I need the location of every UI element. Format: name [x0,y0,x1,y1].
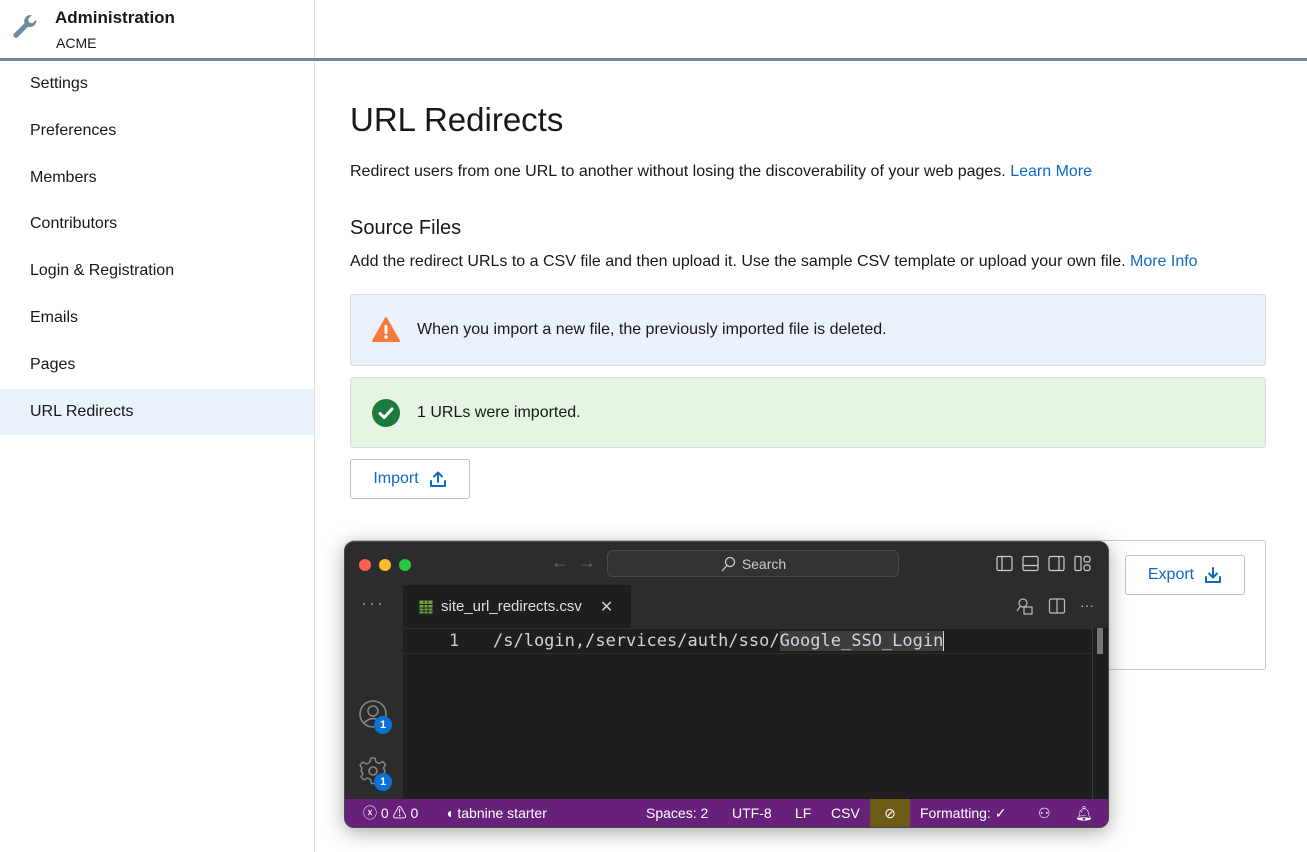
warning-icon [372,317,400,342]
close-tab-icon[interactable]: ✕ [600,597,613,617]
editor-actions: ··· [1016,597,1094,615]
eol-status[interactable]: LF [795,799,811,827]
line-number: 1 [449,631,460,651]
code-editor-window: ← → Search ··· 1 1 site_url_redirects.cs… [344,541,1109,828]
code-line[interactable]: 1 /s/login,/services/auth/sso/Google_SSO… [403,628,1093,654]
customize-layout-icon[interactable] [1074,555,1091,572]
search-label: Search [741,555,787,572]
text-cursor [943,631,945,651]
split-editor-icon[interactable] [1048,597,1066,615]
sidebar-item-settings[interactable]: Settings [0,61,314,108]
export-button-label: Export [1147,566,1195,583]
minimize-window-button[interactable] [379,559,391,571]
success-alert-text: 1 URLs were imported. [417,403,581,421]
app-title: Administration [55,8,175,27]
problems-status[interactable]: ⓧ 0 ⚠ 0 [363,799,418,827]
open-preview-icon[interactable] [1016,597,1034,615]
search-icon [721,556,735,571]
export-button[interactable]: Export [1125,555,1245,595]
app-header: Administration ACME [0,0,1307,61]
tab-site-url-redirects-csv[interactable]: site_url_redirects.csv ✕ [403,585,631,628]
copilot-disabled-icon: ⊘ [884,805,896,821]
notifications-bell-icon[interactable]: 🔔︎ [1075,799,1093,827]
close-window-button[interactable] [359,559,371,571]
org-name: ACME [56,35,97,51]
learn-more-link[interactable]: Learn More [1010,163,1092,180]
warning-triangle-icon: ⚠ [392,805,407,821]
editor-scrollbar-thumb[interactable] [1097,628,1103,654]
warning-count: 0 [410,805,419,821]
sidebar-item-url-redirects[interactable]: URL Redirects [0,388,314,436]
editor-titlebar[interactable]: ← → Search [345,542,1108,585]
warning-alert-text: When you import a new file, the previous… [417,321,887,338]
activity-bar: ··· 1 1 [345,585,403,800]
more-views-icon[interactable]: ··· [361,593,385,614]
page-description-text: Redirect users from one URL to another w… [350,163,1006,180]
tabnine-icon: ◖ [445,805,454,821]
section-description: Add the redirect URLs to a CSV file and … [350,253,1198,271]
copilot-status[interactable]: ⊘ [870,799,910,827]
sidebar-item-emails[interactable]: Emails [0,295,314,342]
editor-tabs: site_url_redirects.csv ✕ ··· [403,585,1108,628]
section-description-text: Add the redirect URLs to a CSV file and … [350,253,1126,270]
import-button-label: Import [373,470,419,487]
success-alert: 1 URLs were imported. [350,377,1266,448]
download-icon [1205,567,1222,583]
sidebar-item-login-registration[interactable]: Login & Registration [0,248,314,295]
status-bar: ⓧ 0 ⚠ 0 ◖ tabnine starter Spaces: 2 UTF-… [345,799,1108,827]
code-text[interactable]: /s/login,/services/auth/sso/Google_SSO_L… [493,629,945,653]
more-info-link[interactable]: More Info [1130,253,1198,270]
forward-arrow-icon[interactable]: → [578,552,596,573]
more-actions-icon[interactable]: ··· [1080,597,1094,615]
maximize-window-button[interactable] [399,559,411,571]
error-count: 0 [380,805,389,821]
command-search-box[interactable]: Search [607,550,899,577]
page-title: URL Redirects [350,101,564,138]
indentation-status[interactable]: Spaces: 2 [646,799,708,827]
toggle-panel-icon[interactable] [1022,555,1039,572]
error-icon: ⓧ [363,805,377,821]
tab-filename: site_url_redirects.csv [441,598,582,615]
editor-content[interactable]: 1 /s/login,/services/auth/sso/Google_SSO… [403,628,1108,800]
formatting-status[interactable]: Formatting: ✓ [920,799,1006,827]
accounts-badge: 1 [374,716,392,734]
csv-file-icon [419,600,433,613]
live-share-icon[interactable]: ⚇ [1038,799,1051,827]
warning-alert: When you import a new file, the previous… [350,294,1266,366]
language-mode-status[interactable]: CSV [831,799,860,827]
code-plain: /s/login,/services/auth/sso/ [493,631,780,651]
sidebar-item-contributors[interactable]: Contributors [0,201,314,248]
tabnine-status[interactable]: ◖ tabnine starter [445,799,547,827]
sidebar-item-members[interactable]: Members [0,155,314,202]
upload-icon [429,471,446,487]
section-title: Source Files [350,217,462,239]
toggle-secondary-sidebar-icon[interactable] [1048,555,1065,572]
toggle-primary-sidebar-icon[interactable] [996,555,1013,572]
back-arrow-icon[interactable]: ← [551,552,569,573]
header-divider [314,0,315,58]
settings-badge: 1 [374,773,392,791]
code-selection: Google_SSO_Login [779,631,944,651]
wrench-icon [13,15,37,38]
success-check-icon [372,398,400,427]
tabnine-label: tabnine starter [457,805,547,821]
import-button[interactable]: Import [350,459,470,499]
sidebar-nav: Settings Preferences Members Contributor… [0,61,315,852]
page-description: Redirect users from one URL to another w… [350,163,1092,181]
editor-scrollbar-track [1092,628,1093,800]
encoding-status[interactable]: UTF-8 [732,799,772,827]
sidebar-item-pages[interactable]: Pages [0,342,314,389]
sidebar-item-preferences[interactable]: Preferences [0,108,314,155]
